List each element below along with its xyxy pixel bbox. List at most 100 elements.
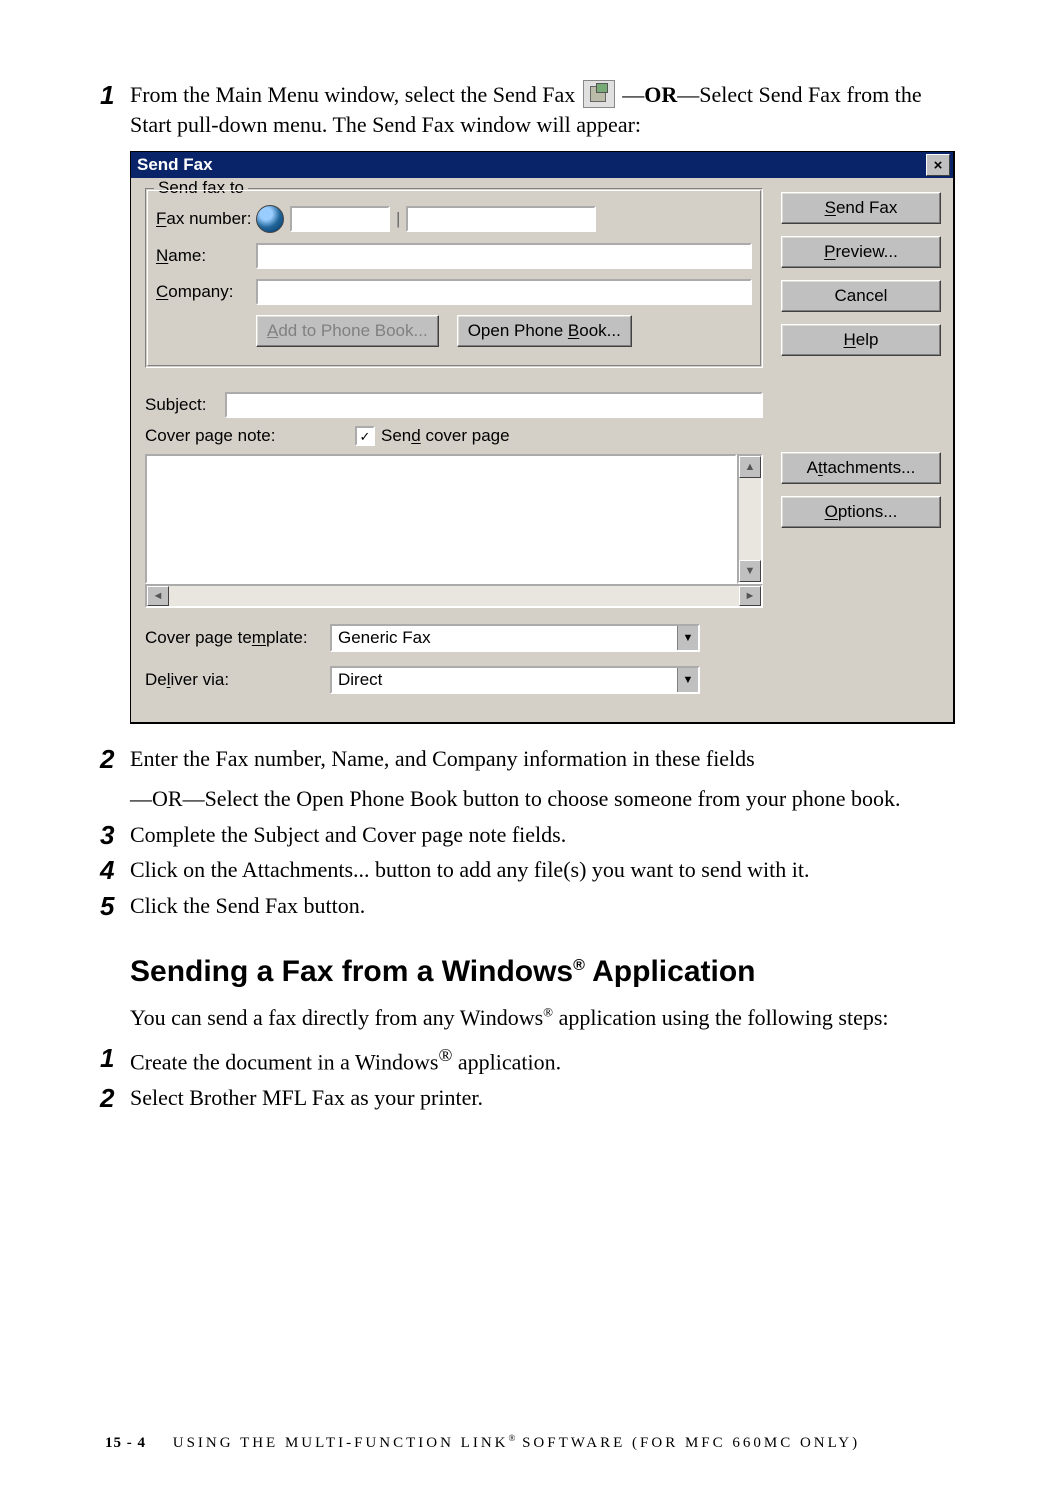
send-fax-icon <box>583 80 615 108</box>
text-a: Create the document in a Windows <box>130 1049 438 1074</box>
template-combo[interactable]: Generic Fax ▼ <box>330 624 700 652</box>
horizontal-scrollbar[interactable]: ◄ ► <box>145 584 763 608</box>
step-2-text: Enter the Fax number, Name, and Company … <box>130 744 755 774</box>
template-label: Cover page template: <box>145 628 330 648</box>
step-number: 4 <box>100 855 130 883</box>
registered-mark: ® <box>543 1004 553 1019</box>
step-5: 5 Click the Send Fax button. <box>100 891 968 921</box>
step-number: 2 <box>100 1083 130 1111</box>
scroll-right-button[interactable]: ► <box>739 586 761 606</box>
step-number: 3 <box>100 820 130 848</box>
cover-page-note-label: Cover page note: <box>145 426 305 446</box>
step-4: 4 Click on the Attachments... button to … <box>100 855 968 885</box>
registered-mark: ® <box>573 957 585 974</box>
dash: — <box>130 786 152 811</box>
company-row: Company: <box>156 279 752 305</box>
registered-mark: ® <box>438 1045 452 1065</box>
deliver-label: Deliver via: <box>145 670 330 690</box>
step-b2: 2 Select Brother MFL Fax as your printer… <box>100 1083 968 1113</box>
check-mark: ✓ <box>360 430 371 443</box>
step-number: 1 <box>100 80 130 108</box>
send-fax-to-group: Send fax to Fax number: | Name: Company: <box>145 188 763 368</box>
dialog-right-buttons: Send Fax Preview... Cancel Help <box>781 188 941 368</box>
globe-icon <box>256 205 284 233</box>
preview-button[interactable]: Preview... <box>781 236 941 268</box>
dialog-top-area: Send fax to Fax number: | Name: Company: <box>145 188 941 368</box>
fax-number-row: Fax number: | <box>156 205 752 233</box>
fax-number-prefix-input[interactable] <box>290 206 390 232</box>
bold-or: OR <box>644 82 677 107</box>
template-value: Generic Fax <box>332 628 677 648</box>
company-input[interactable] <box>256 279 752 305</box>
send-fax-button[interactable]: Send Fax <box>781 192 941 224</box>
step-b1-text: Create the document in a Windows® applic… <box>130 1043 561 1077</box>
help-button[interactable]: Help <box>781 324 941 356</box>
send-fax-dialog: Send Fax × Send fax to Fax number: | <box>130 151 955 724</box>
section-heading: Sending a Fax from a Windows® Applicatio… <box>130 955 968 989</box>
step-2-or: —OR—Select the Open Phone Book button to… <box>130 784 968 814</box>
step-4-text: Click on the Attachments... button to ad… <box>130 855 809 885</box>
send-cover-page-label: Send cover page <box>381 426 510 446</box>
scroll-down-button[interactable]: ▼ <box>739 560 761 582</box>
step-3: 3 Complete the Subject and Cover page no… <box>100 820 968 850</box>
deliver-combo[interactable]: Direct ▼ <box>330 666 700 694</box>
text-b: application. <box>452 1049 561 1074</box>
close-button[interactable]: × <box>926 154 950 176</box>
deliver-row: Deliver via: Direct ▼ <box>145 666 941 694</box>
step-b2-text: Select Brother MFL Fax as your printer. <box>130 1083 483 1113</box>
cover-note-textarea-wrap: ▲ ▼ <box>145 454 763 584</box>
page-footer: 15 - 4 USING THE MULTI-FUNCTION LINK® SO… <box>105 1433 860 1452</box>
attachments-button[interactable]: Attachments... <box>781 452 941 484</box>
name-input[interactable] <box>256 243 752 269</box>
mid-left-column: Subject: Cover page note: ✓ Send cover p… <box>145 392 763 608</box>
scroll-left-button[interactable]: ◄ <box>147 586 169 606</box>
company-label: Company: <box>156 282 256 302</box>
fax-number-label: Fax number: <box>156 209 256 229</box>
subject-input[interactable] <box>225 392 763 418</box>
separator: | <box>390 209 406 229</box>
bold-or: OR <box>152 786 183 811</box>
send-cover-page-checkbox[interactable]: ✓ <box>355 426 375 446</box>
dialog-mid-area: Subject: Cover page note: ✓ Send cover p… <box>145 392 941 608</box>
name-label: Name: <box>156 246 256 266</box>
dialog-body: Send fax to Fax number: | Name: Company: <box>131 178 953 722</box>
scroll-up-button[interactable]: ▲ <box>739 456 761 478</box>
vertical-scrollbar[interactable]: ▲ ▼ <box>737 454 763 584</box>
text: From the Main Menu window, select the Se… <box>130 82 581 107</box>
add-to-phone-book-button: Add to Phone Book... <box>256 315 439 347</box>
chevron-down-icon: ▼ <box>677 626 698 650</box>
titlebar-buttons: × <box>926 154 950 176</box>
para-part-a: You can send a fax directly from any Win… <box>130 1005 543 1030</box>
step-number: 1 <box>100 1043 130 1071</box>
deliver-value: Direct <box>332 670 677 690</box>
close-icon: × <box>934 157 943 174</box>
step-number: 5 <box>100 891 130 919</box>
cancel-button[interactable]: Cancel <box>781 280 941 312</box>
dialog-title: Send Fax <box>137 155 213 175</box>
text: —Select the Open Phone Book button to ch… <box>183 786 901 811</box>
step-1-text: From the Main Menu window, select the Se… <box>130 80 968 139</box>
cover-note-textarea[interactable] <box>145 454 737 584</box>
footer-text-b: SOFTWARE (FOR MFC 660MC ONLY) <box>515 1435 860 1451</box>
step-number: 2 <box>100 744 130 772</box>
name-row: Name: <box>156 243 752 269</box>
options-button[interactable]: Options... <box>781 496 941 528</box>
dialog-titlebar: Send Fax × <box>131 152 953 178</box>
step-5-text: Click the Send Fax button. <box>130 891 365 921</box>
step-1: 1 From the Main Menu window, select the … <box>100 80 968 139</box>
page-number: 15 - 4 <box>105 1435 146 1451</box>
open-phone-book-button[interactable]: Open Phone Book... <box>457 315 632 347</box>
phonebook-row: Add to Phone Book... Open Phone Book... <box>156 315 752 347</box>
heading-part-b: Application <box>585 955 756 988</box>
manual-page: 1 From the Main Menu window, select the … <box>0 0 1058 1500</box>
cover-note-header-row: Cover page note: ✓ Send cover page <box>145 426 763 446</box>
send-cover-page-checkbox-wrap: ✓ Send cover page <box>355 426 510 446</box>
section-para: You can send a fax directly from any Win… <box>130 1003 968 1033</box>
subject-label: Subject: <box>145 395 225 415</box>
step-2: 2 Enter the Fax number, Name, and Compan… <box>100 744 968 774</box>
fax-number-input[interactable] <box>406 206 596 232</box>
para-part-b: application using the following steps: <box>553 1005 888 1030</box>
template-row: Cover page template: Generic Fax ▼ <box>145 624 941 652</box>
mid-right-buttons: Attachments... Options... <box>781 392 941 608</box>
group-legend: Send fax to <box>154 178 248 198</box>
